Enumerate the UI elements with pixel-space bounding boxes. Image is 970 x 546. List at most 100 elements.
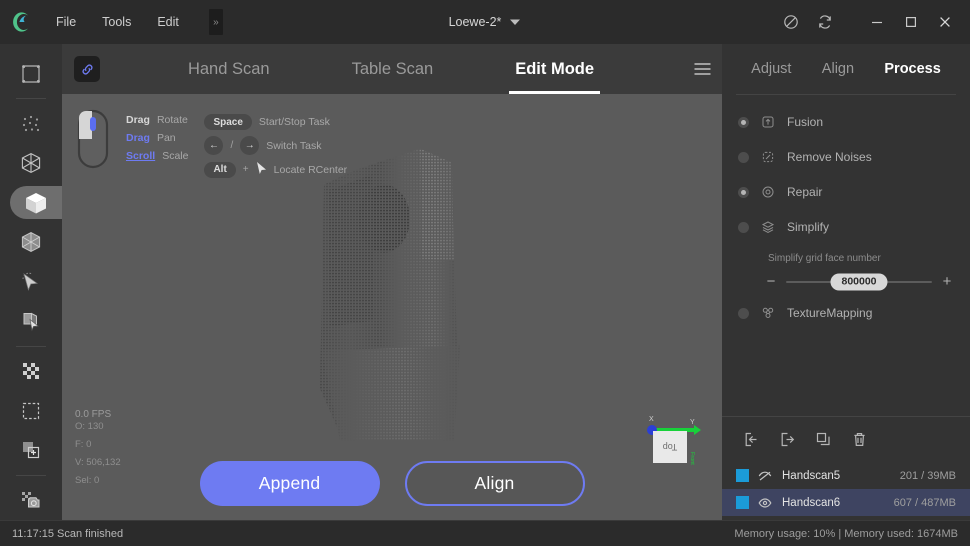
key-arrow-right: →	[240, 136, 260, 155]
process-item-simplify[interactable]: Simplify	[738, 214, 954, 240]
hint-action: Rotate	[156, 114, 188, 126]
wireframe-cube-icon[interactable]	[9, 147, 53, 180]
center-column: Hand Scan Table Scan Edit Mode Drag Rota…	[62, 44, 722, 520]
simplify-slider-group: Simplify grid face number − 800000 +	[738, 249, 954, 300]
tab-process[interactable]: Process	[884, 61, 940, 77]
axis-gizmo[interactable]: X Y Top Front	[640, 410, 702, 472]
tab-edit-mode[interactable]: Edit Mode	[509, 44, 600, 94]
slider-increment-button[interactable]: +	[940, 273, 954, 290]
mode-tabs: Hand Scan Table Scan Edit Mode	[100, 44, 682, 94]
right-panel-tabs: Adjust Align Process	[722, 44, 970, 94]
menu-tools[interactable]: Tools	[102, 15, 131, 29]
process-item-fusion[interactable]: Fusion	[738, 109, 954, 135]
scanned-model[interactable]	[302, 141, 482, 461]
fusion-icon	[760, 115, 776, 129]
project-name[interactable]: Loewe-2*	[449, 15, 502, 29]
mouse-hint-column: Drag Rotate Drag Pan Scroll Scale	[126, 114, 188, 178]
hint-key: Scroll	[126, 150, 156, 162]
list-item[interactable]: Handscan6 607 / 487MB	[722, 489, 970, 516]
radio-repair[interactable]	[738, 186, 749, 198]
file-size: 201 / 39MB	[899, 469, 956, 482]
process-item-remove-noises[interactable]: Remove Noises	[738, 144, 954, 170]
cursor-icon	[256, 161, 267, 178]
minimize-button[interactable]	[862, 7, 892, 37]
tab-hand-scan[interactable]: Hand Scan	[182, 44, 276, 94]
rail-divider	[16, 345, 46, 347]
expand-menu-button[interactable]: »	[208, 9, 223, 35]
title-bar: File Tools Edit » Loewe-2*	[0, 0, 970, 44]
process-label: Repair	[787, 185, 823, 199]
hint-row: Drag Rotate	[126, 114, 188, 126]
import-icon[interactable]	[736, 425, 766, 455]
radio-texture-mapping[interactable]	[738, 307, 749, 319]
file-name: Handscan6	[782, 496, 841, 509]
sync-icon[interactable]	[810, 7, 840, 37]
frame-crop-icon[interactable]	[9, 57, 53, 90]
process-label: TextureMapping	[787, 306, 873, 320]
svg-text:Y: Y	[690, 419, 695, 426]
shaded-cube-icon[interactable]	[9, 225, 53, 258]
duplicate-icon[interactable]	[808, 425, 838, 455]
process-label: Fusion	[787, 115, 824, 129]
plus-sign: +	[242, 164, 249, 175]
svg-text:X: X	[649, 416, 654, 423]
status-message: 11:17:15 Scan finished	[12, 527, 124, 540]
link-icon[interactable]	[74, 56, 100, 82]
hint-key: Drag	[126, 114, 150, 126]
maximize-button[interactable]	[896, 7, 926, 37]
process-item-texture-mapping[interactable]: TextureMapping	[738, 300, 954, 326]
mode-tabbar: Hand Scan Table Scan Edit Mode	[62, 44, 722, 94]
append-button[interactable]: Append	[199, 461, 380, 506]
app-logo-c	[0, 11, 44, 33]
tab-table-scan[interactable]: Table Scan	[346, 44, 440, 94]
main-menu: File Tools Edit	[56, 15, 179, 29]
slider-track[interactable]: 800000	[786, 273, 932, 290]
select-cursor-icon[interactable]	[9, 265, 53, 298]
hint-row: Space Start/Stop Task	[204, 114, 347, 130]
tab-adjust[interactable]: Adjust	[751, 61, 791, 77]
mouse-icon	[74, 108, 116, 178]
file-size: 607 / 487MB	[893, 496, 956, 509]
process-item-repair[interactable]: Repair	[738, 179, 954, 205]
add-layer-icon[interactable]	[9, 433, 53, 466]
memory-status: Memory usage: 10% | Memory used: 1674MB	[734, 527, 958, 540]
menu-file[interactable]: File	[56, 15, 76, 29]
hamburger-icon[interactable]	[682, 62, 722, 76]
color-swatch	[736, 469, 749, 482]
rail-divider	[16, 98, 46, 100]
key-alt: Alt	[204, 161, 236, 178]
remove-noises-icon	[760, 150, 776, 164]
radio-fusion[interactable]	[738, 116, 749, 128]
slider-value[interactable]: 800000	[830, 273, 888, 290]
checkerboard-icon[interactable]	[9, 355, 53, 388]
snapshot-icon[interactable]	[9, 484, 53, 517]
no-record-icon[interactable]	[776, 7, 806, 37]
app-window: File Tools Edit » Loewe-2* Hand Scan Tab…	[0, 0, 970, 546]
align-button[interactable]: Align	[404, 461, 585, 506]
scan-file-list: Handscan5 201 / 39MB Handscan6 607 / 487…	[722, 462, 970, 520]
eye-icon[interactable]	[758, 497, 773, 509]
key-arrow-left: ←	[204, 136, 224, 155]
slider-decrement-button[interactable]: −	[764, 273, 778, 290]
export-icon[interactable]	[772, 425, 802, 455]
marquee-select-icon[interactable]	[9, 394, 53, 427]
menu-edit[interactable]: Edit	[157, 15, 179, 29]
close-button[interactable]	[930, 7, 960, 37]
list-item[interactable]: Handscan5 201 / 39MB	[722, 462, 970, 489]
3d-viewport[interactable]: Drag Rotate Drag Pan Scroll Scale Space …	[62, 94, 722, 520]
trash-icon[interactable]	[844, 425, 874, 455]
simplify-slider[interactable]: − 800000 +	[764, 273, 954, 290]
tab-align[interactable]: Align	[822, 61, 854, 77]
solid-cube-icon[interactable]	[10, 186, 62, 220]
chevron-down-icon[interactable]	[509, 13, 521, 31]
layer-select-icon[interactable]	[9, 304, 53, 337]
radio-simplify[interactable]	[738, 221, 749, 233]
point-cloud-icon[interactable]	[9, 107, 53, 140]
hint-action: Pan	[156, 132, 176, 144]
radio-remove-noises[interactable]	[738, 151, 749, 163]
key-space: Space	[204, 114, 252, 130]
eye-off-icon[interactable]	[758, 470, 773, 482]
texture-mapping-icon	[760, 306, 776, 320]
hint-action: Scale	[162, 150, 189, 162]
hint-row: Scroll Scale	[126, 150, 188, 162]
